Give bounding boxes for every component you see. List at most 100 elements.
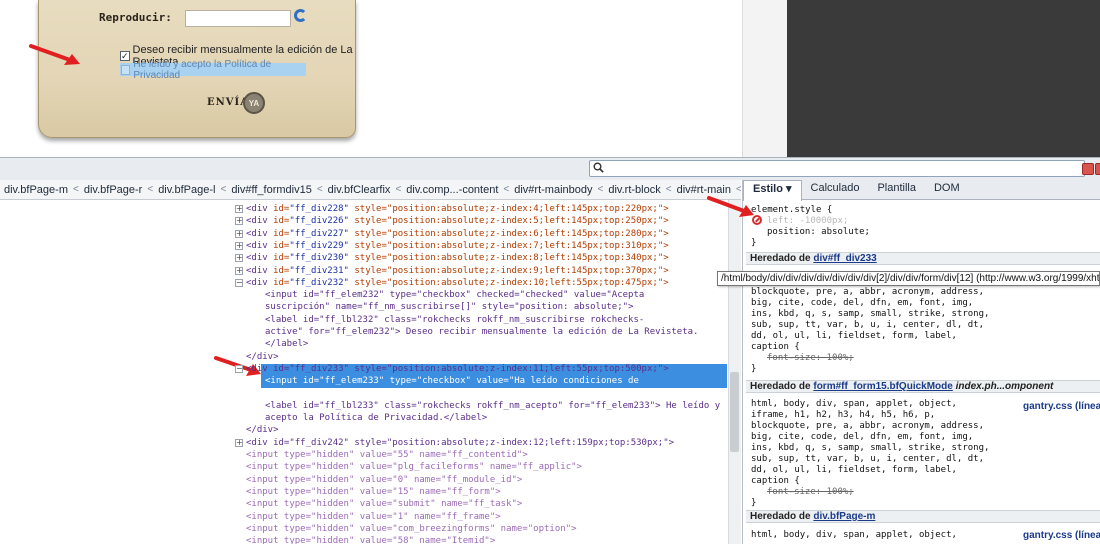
breadcrumb-item[interactable]: div.bfPage-r: [84, 184, 143, 196]
breadcrumb-separator: <: [503, 184, 510, 195]
css-close-brace: }: [751, 364, 757, 374]
style-tab[interactable]: DOM: [925, 180, 969, 199]
css-line: sub, sup, tt, var, b, u, i, center, dl, …: [751, 454, 984, 464]
source-file-link[interactable]: gantry.css (línea 9: [1023, 530, 1100, 542]
page-scrollbar[interactable]: [742, 0, 787, 157]
code-line[interactable]: <div id="ff_div227" style="position:abso…: [246, 228, 669, 240]
selected-code-line[interactable]: <input id="ff_elem233" type="checkbox" v…: [265, 375, 639, 387]
expand-icon[interactable]: +: [235, 217, 243, 226]
ya-seal-icon[interactable]: YA: [243, 92, 265, 114]
code-line[interactable]: <input type="hidden" value="58" name="It…: [246, 535, 495, 544]
annotation-arrow-icon: [29, 44, 80, 65]
xpath-tooltip: /html/body/div/div/div/div/div/div/div[2…: [717, 271, 1100, 286]
expand-icon[interactable]: +: [235, 229, 243, 238]
code-line[interactable]: <div id="ff_div231" style="position:abso…: [246, 265, 669, 277]
code-line[interactable]: <input type="hidden" value="submit" name…: [246, 498, 522, 510]
inherited-header: Heredado de div.bfPage-m: [746, 510, 1100, 523]
breadcrumb-separator: <: [220, 184, 227, 195]
breadcrumb-separator: <: [73, 184, 79, 195]
code-line[interactable]: <input type="hidden" value="0" name="ff_…: [246, 474, 522, 486]
code-line[interactable]: <div id="ff_div229" style="position:abso…: [246, 240, 669, 252]
code-line[interactable]: </div>: [246, 351, 279, 363]
inherited-selector-link[interactable]: div#ff_div233: [813, 253, 876, 264]
css-line: big, cite, code, del, dfn, em, font, img…: [751, 298, 974, 308]
html-tree-pane: + <div id="ff_div228" style="position:abs…: [0, 200, 741, 544]
style-tab[interactable]: Plantilla: [868, 180, 925, 199]
breadcrumb: div.bfPage-m < div.bfPage-r < div.bfPage-l < d…: [0, 180, 741, 200]
breadcrumb-separator: <: [665, 184, 672, 195]
breadcrumb-separator: <: [597, 184, 604, 195]
devtools-search-input[interactable]: [589, 160, 1085, 177]
inherited-selector-link[interactable]: form#ff_form15.bfQuickMode: [813, 381, 952, 392]
privacy-checkbox[interactable]: [121, 64, 131, 75]
breadcrumb-item[interactable]: div.bfPage-m: [4, 184, 68, 196]
css-line: dd, ol, ul, li, fieldset, form, label,: [751, 331, 957, 341]
refresh-icon[interactable]: [294, 9, 307, 22]
code-line[interactable]: <input type="hidden" value="15" name="ff…: [246, 486, 501, 498]
code-line[interactable]: <input type="hidden" value="55" name="ff…: [246, 449, 528, 461]
code-line[interactable]: </div>: [246, 424, 279, 436]
breadcrumb-item[interactable]: div.bfClearfix: [328, 184, 391, 196]
code-line[interactable]: <div id="ff_div226" style="position:abso…: [246, 215, 669, 227]
minimize-button[interactable]: [1082, 163, 1094, 175]
css-line: dd, ol, ul, li, fieldset, form, label,: [751, 465, 957, 475]
css-line: iframe, h1, h2, h3, h4, h5, h6, p,: [751, 410, 936, 420]
breadcrumb-item[interactable]: div.comp...-content: [406, 184, 498, 196]
font-size-rule: font-size: 100%;: [767, 353, 854, 363]
code-line[interactable]: acepto la Política de Privacidad.</label…: [265, 412, 487, 424]
breadcrumb-item[interactable]: div.rt-block: [608, 184, 660, 196]
privacy-label: He leído y acepto la Política de Privaci…: [133, 58, 272, 81]
code-line[interactable]: </label>: [265, 338, 308, 350]
breadcrumb-separator: <: [316, 184, 323, 195]
expand-icon[interactable]: +: [235, 438, 243, 447]
code-line[interactable]: <div id="ff_div228" style="position:abso…: [246, 203, 669, 215]
inherited-header: Heredado de form#ff_form15.bfQuickMode i…: [746, 380, 1100, 393]
selected-code-line[interactable]: privacidad." name="ff_nm_acepto[]" style…: [265, 388, 606, 400]
breadcrumb-separator: <: [147, 184, 154, 195]
code-line[interactable]: <label id="ff_lbl233" class="rokchecks r…: [265, 400, 720, 412]
code-line[interactable]: <div id="ff_div233" style="position:abso…: [246, 363, 669, 375]
position-rule: position: absolute;: [767, 227, 870, 237]
newsletter-checkbox[interactable]: ✓: [120, 51, 130, 61]
expand-icon[interactable]: +: [235, 254, 243, 263]
form-parchment-panel: Reproducir: ✓ Deseo recibir mensualmente…: [38, 0, 356, 138]
breadcrumb-separator: <: [395, 184, 402, 195]
search-icon: [593, 162, 604, 173]
css-line: caption {: [751, 476, 800, 486]
code-line[interactable]: <label id="ff_lbl232" class="rokchecks r…: [265, 314, 644, 326]
element-style-selector: element.style {: [751, 205, 833, 215]
inherited-header: Heredado de div#ff_div233: [746, 252, 1100, 265]
inherited-selector-link[interactable]: div.bfPage-m: [813, 511, 875, 522]
devtools-toolbar: [0, 157, 1100, 180]
expand-icon[interactable]: +: [235, 266, 243, 275]
code-line[interactable]: <input id="ff_elem232" type="checkbox" c…: [265, 289, 644, 301]
css-line: blockquote, pre, a, abbr, acronym, addre…: [751, 421, 984, 431]
breadcrumb-item[interactable]: div#ff_formdiv15: [231, 184, 312, 196]
style-tab[interactable]: Calculado: [802, 180, 869, 199]
css-close-brace: }: [751, 498, 757, 508]
css-close-brace: }: [751, 238, 757, 248]
code-line[interactable]: <input type="hidden" value="plg_facilefo…: [246, 461, 582, 473]
code-line[interactable]: suscripción" name="ff_nm_suscribirse[]" …: [265, 301, 633, 313]
font-size-rule: font-size: 100%;: [767, 487, 854, 497]
reproducir-label: Reproducir:: [99, 11, 172, 24]
css-line: sub, sup, tt, var, b, u, i, center, dl, …: [751, 320, 984, 330]
expand-icon[interactable]: +: [235, 205, 243, 213]
code-line[interactable]: <input type="hidden" value="1" name="ff_…: [246, 511, 501, 523]
code-line[interactable]: <div id="ff_div232" style="position:abso…: [246, 277, 669, 289]
code-line[interactable]: <input type="hidden" value="com_breezing…: [246, 523, 577, 535]
breadcrumb-item[interactable]: div#rt-mainbody: [514, 184, 592, 196]
expand-icon[interactable]: +: [235, 241, 243, 250]
collapse-icon[interactable]: −: [235, 278, 243, 287]
code-line[interactable]: <div id="ff_div230" style="position:abso…: [246, 252, 669, 264]
reproducir-input[interactable]: [185, 10, 291, 27]
style-pane: Estilo ▾ Calculado Plantilla DOM element.st…: [742, 180, 1100, 544]
code-line[interactable]: <div id="ff_div242" style="position:abso…: [246, 437, 674, 449]
source-file-link[interactable]: gantry.css (línea 9: [1023, 401, 1100, 413]
collapse-icon[interactable]: −: [235, 364, 243, 373]
code-line[interactable]: active" for="ff_elem232"> Deseo recibir …: [265, 326, 698, 338]
breadcrumb-item[interactable]: div.bfPage-l: [158, 184, 215, 196]
css-line: big, cite, code, del, dfn, em, font, img…: [751, 432, 974, 442]
css-line: ins, kbd, q, s, samp, small, strike, str…: [751, 443, 990, 453]
close-button[interactable]: [1095, 163, 1100, 175]
